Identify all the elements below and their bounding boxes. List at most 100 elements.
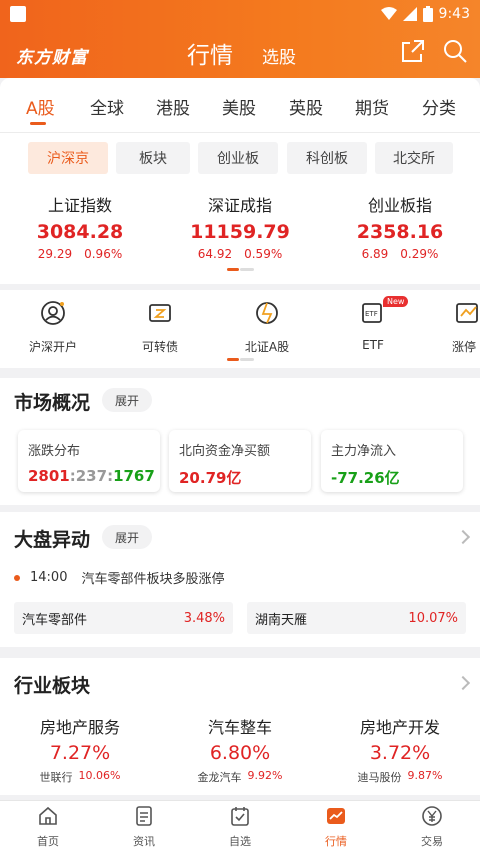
page-indicator — [240, 268, 254, 271]
svg-text:ETF: ETF — [365, 310, 378, 318]
tab-uk[interactable]: 英股 — [289, 94, 323, 119]
mover-stock[interactable]: 湖南天雁 10.07% — [247, 602, 466, 634]
tab-us[interactable]: 美股 — [222, 94, 256, 119]
lead-stock-pct: 9.87% — [407, 769, 443, 782]
share-icon[interactable] — [400, 38, 426, 64]
flat-count: 237 — [75, 467, 108, 485]
market-movers-section: 大盘异动 展开 14:00 汽车零部件板块多股涨停 汽车零部件 3.48% 湖南… — [0, 512, 480, 647]
tab-category[interactable]: 分类 — [422, 94, 456, 119]
chevron-right-icon[interactable] — [455, 675, 471, 691]
new-badge: New — [383, 296, 409, 307]
wifi-icon — [380, 7, 397, 20]
news-icon — [136, 806, 152, 826]
industry-pct: 3.72% — [369, 742, 431, 764]
page-title: 行情 — [187, 43, 233, 69]
nav-home[interactable]: 首页 — [0, 805, 96, 849]
index-pct: 0.29% — [400, 247, 439, 261]
index-name: 深证成指 — [207, 196, 272, 215]
tab-global[interactable]: 全球 — [90, 94, 124, 119]
expand-button[interactable]: 展开 — [102, 525, 152, 549]
bse-icon — [256, 302, 278, 324]
limit-up-icon — [456, 303, 478, 323]
page-indicator-active — [227, 268, 239, 271]
index-name: 上证指数 — [47, 196, 112, 215]
tab-a-shares[interactable]: A股 — [26, 94, 55, 119]
quick-entry-account[interactable]: 沪深开户 — [13, 290, 93, 355]
signal-icon — [402, 7, 417, 21]
subtab-chinext[interactable]: 创业板 — [198, 142, 278, 174]
stock-pct: 10.07% — [408, 610, 458, 626]
quick-page-indicator-active — [227, 358, 239, 361]
index-pct: 0.96% — [84, 247, 123, 261]
battery-icon — [422, 6, 433, 22]
alert-time: 14:00 — [30, 570, 68, 585]
search-icon[interactable] — [442, 38, 468, 64]
expand-button[interactable]: 展开 — [102, 388, 152, 412]
status-bar: 9:43 — [0, 0, 480, 28]
stock-name: 汽车零部件 — [22, 612, 88, 628]
quick-entry-bse[interactable]: 北证A股 — [227, 290, 307, 355]
nav-watchlist[interactable]: 自选 — [192, 805, 288, 849]
quick-entry-limit-up[interactable]: 涨停 — [440, 290, 480, 355]
mover-stock[interactable]: 汽车零部件 3.48% — [14, 602, 233, 634]
industry-pct: 7.27% — [49, 742, 111, 764]
nav-trade[interactable]: 交易 — [384, 805, 480, 849]
watchlist-icon — [231, 807, 249, 826]
trade-icon — [422, 806, 442, 826]
nav-label: 首页 — [37, 835, 59, 848]
index-chinext[interactable]: 创业板指 2358.16 6.89 0.29% — [325, 192, 475, 261]
account-open-icon — [41, 301, 65, 325]
nav-label: 交易 — [421, 835, 443, 848]
tab-futures[interactable]: 期货 — [355, 94, 389, 119]
industry-item[interactable]: 房地产服务 7.27% 世联行 10.06% — [0, 714, 160, 785]
subtab-star[interactable]: 科创板 — [287, 142, 367, 174]
index-szse[interactable]: 深证成指 11159.79 64.92 0.59% — [165, 192, 315, 261]
tab-indicator — [30, 122, 46, 125]
market-icon — [327, 808, 345, 824]
quick-entry-bond[interactable]: 可转债 — [120, 290, 200, 355]
lead-stock-pct: 9.92% — [247, 769, 283, 782]
quick-entry-etf[interactable]: ETF New ETF — [333, 290, 413, 352]
section-title: 市场概况 — [14, 392, 91, 414]
card-title: 涨跌分布 — [28, 444, 81, 459]
section-title: 行业板块 — [14, 675, 91, 697]
subtab-shsz[interactable]: 沪深京 — [28, 142, 108, 174]
industry-item[interactable]: 汽车整车 6.80% 金龙汽车 9.92% — [160, 714, 320, 785]
index-change: 29.29 — [37, 247, 73, 261]
nav-label: 资讯 — [133, 835, 155, 848]
notification-icon — [10, 6, 26, 22]
index-name: 创业板指 — [367, 196, 432, 215]
lead-stock: 金龙汽车 — [197, 771, 242, 784]
tab-hk[interactable]: 港股 — [156, 94, 190, 119]
industry-item[interactable]: 房地产开发 3.72% 迪马股份 9.87% — [320, 714, 480, 785]
subtab-sector[interactable]: 板块 — [116, 142, 190, 174]
nav-label: 自选 — [229, 835, 251, 848]
nav-news[interactable]: 资讯 — [96, 805, 192, 849]
app-logo: 东方财富 — [16, 48, 88, 68]
quick-entry-label: 北证A股 — [244, 340, 290, 354]
industry-pct: 6.80% — [209, 742, 271, 764]
bottom-nav: 首页 资讯 自选 行情 交易 — [0, 800, 480, 851]
index-value: 11159.79 — [190, 221, 290, 243]
industry-name: 房地产开发 — [359, 718, 440, 737]
market-overview-section: 市场概况 展开 涨跌分布 2801:237:1767 北向资金净买额 20.79… — [0, 378, 480, 505]
northbound-card[interactable]: 北向资金净买额 20.79亿 — [169, 430, 311, 492]
chevron-right-icon[interactable] — [455, 529, 471, 545]
quick-entry-label: 涨停 — [452, 340, 477, 354]
tab-divider — [0, 132, 480, 133]
card-value: -77.26亿 — [331, 469, 400, 487]
index-value: 2358.16 — [356, 221, 444, 243]
nav-market[interactable]: 行情 — [288, 805, 384, 849]
rise-fall-card[interactable]: 涨跌分布 2801:237:1767 — [18, 430, 160, 492]
index-pct: 0.59% — [244, 247, 283, 261]
index-change: 64.92 — [197, 247, 233, 261]
home-icon — [39, 806, 57, 825]
market-alert[interactable]: 14:00 汽车零部件板块多股涨停 — [14, 568, 224, 587]
lead-stock-pct: 10.06% — [78, 769, 121, 782]
main-flow-card[interactable]: 主力净流入 -77.26亿 — [321, 430, 463, 492]
industry-name: 房地产服务 — [39, 718, 120, 737]
stock-picker-tab[interactable]: 选股 — [262, 43, 296, 68]
index-sse[interactable]: 上证指数 3084.28 29.29 0.96% — [5, 192, 155, 261]
bullet-dot — [14, 574, 20, 581]
subtab-bse[interactable]: 北交所 — [375, 142, 453, 174]
